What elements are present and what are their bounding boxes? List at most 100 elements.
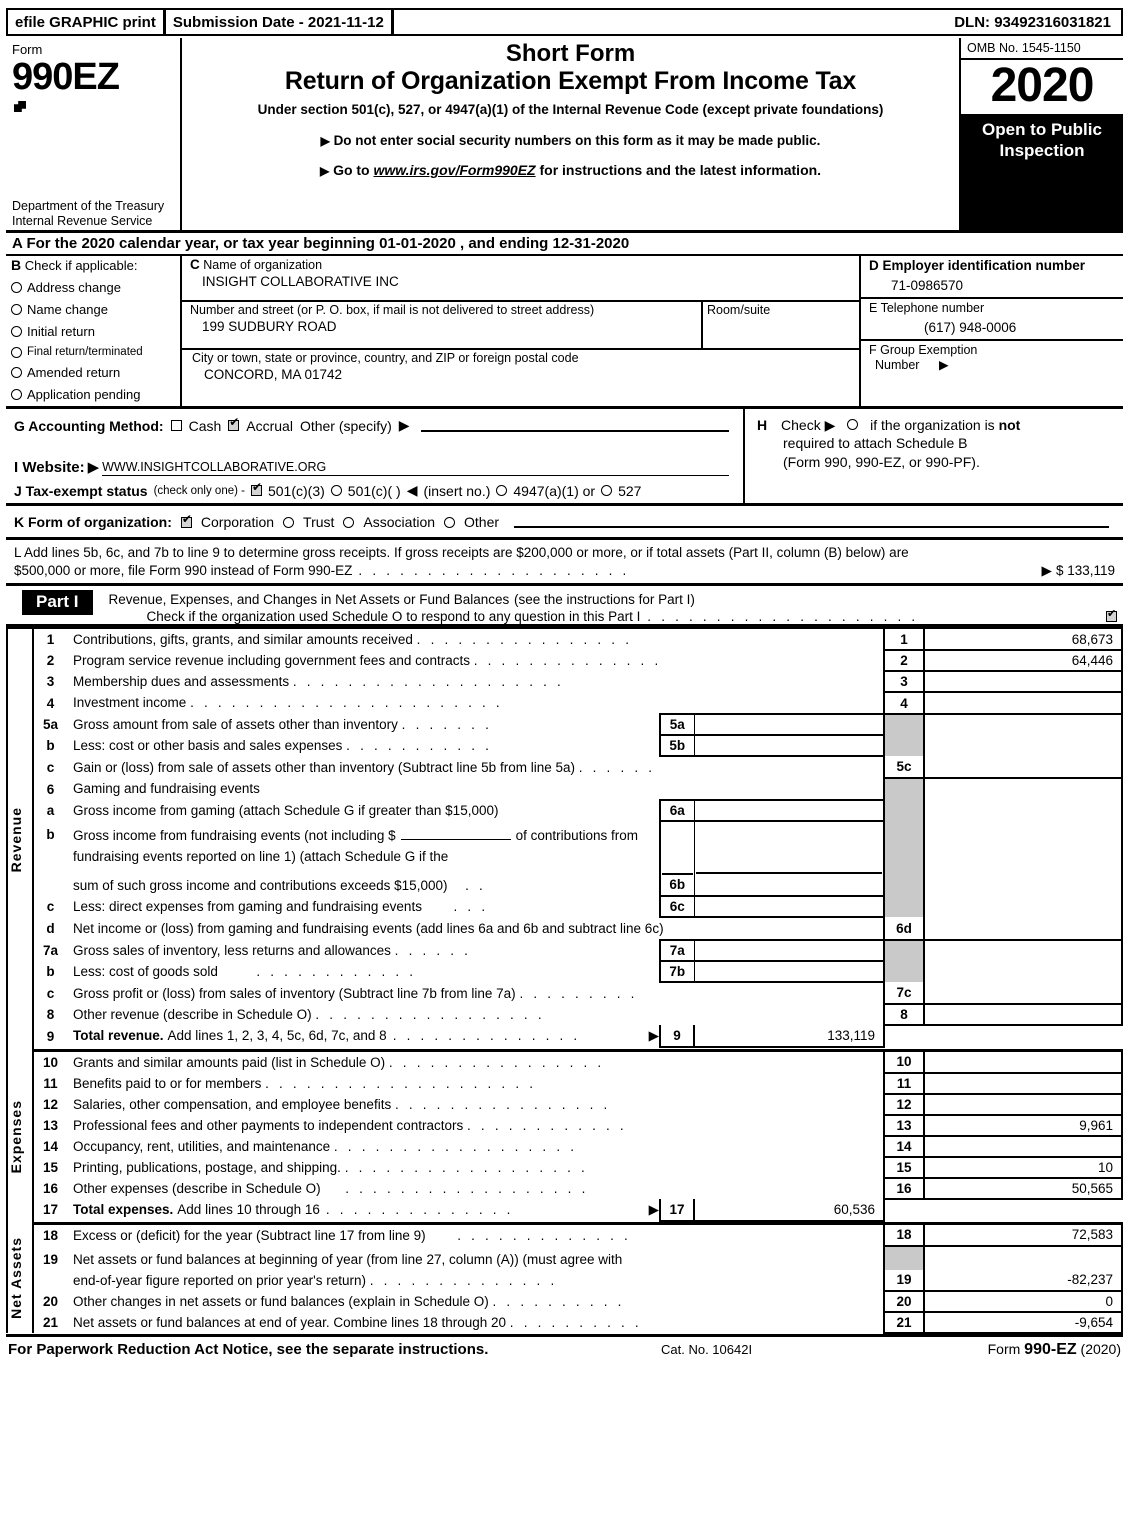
net-assets-side-label: Net Assets bbox=[6, 1223, 34, 1333]
row-7a-subvalue[interactable] bbox=[694, 939, 885, 963]
trust-label: Trust bbox=[303, 514, 335, 530]
checkbox-label: Final return/terminated bbox=[27, 346, 143, 358]
row-21-amount: -9,654 bbox=[924, 1311, 1123, 1334]
checkbox-accrual[interactable] bbox=[228, 416, 239, 431]
row-5b-subvalue[interactable] bbox=[694, 734, 885, 758]
row-16-number: 16 bbox=[42, 1180, 59, 1196]
row-6c-desc-text: Less: direct expenses from gaming and fu… bbox=[73, 899, 422, 915]
radio-icon[interactable] bbox=[11, 282, 22, 293]
row-6c-desc: Less: direct expenses from gaming and fu… bbox=[67, 896, 660, 917]
omb-year-block: OMB No. 1545-1150 2020 Open to Public In… bbox=[959, 38, 1123, 230]
checkbox-schedule-o[interactable] bbox=[1106, 607, 1117, 623]
checkbox-final-return[interactable]: Final return/terminated bbox=[11, 346, 175, 358]
open-to-public-badge: Open to Public Inspection bbox=[961, 114, 1123, 230]
radio-icon[interactable] bbox=[11, 389, 22, 400]
checkbox-schedule-b[interactable] bbox=[847, 419, 859, 430]
other-specify-label: Other (specify) bbox=[299, 417, 392, 434]
org-street-value: 199 SUDBURY ROAD bbox=[202, 319, 337, 334]
checkbox-label: Amended return bbox=[27, 365, 121, 380]
checkbox-amended-return[interactable]: Amended return bbox=[11, 365, 175, 380]
arrow-icon: ▶ bbox=[648, 1201, 659, 1217]
row-6b-subvalue-cell[interactable] bbox=[694, 821, 885, 898]
fundraising-contrib-input[interactable] bbox=[400, 839, 511, 841]
row-5a-subvalue[interactable] bbox=[694, 713, 885, 737]
irs-url-link[interactable]: www.irs.gov/Form990EZ bbox=[374, 162, 536, 178]
row-7b-subvalue[interactable] bbox=[694, 960, 885, 984]
checkbox-address-change[interactable]: Address change bbox=[11, 280, 175, 295]
other-specify-input[interactable] bbox=[420, 419, 729, 432]
paperwork-notice: For Paperwork Reduction Act Notice, see … bbox=[8, 1341, 489, 1359]
checkbox-application-pending[interactable]: Application pending bbox=[11, 387, 175, 402]
row-8-label: 8 bbox=[883, 1004, 925, 1027]
part-i-header: Part I Revenue, Expenses, and Changes in… bbox=[6, 583, 1123, 628]
row-13-desc-text: Professional fees and other payments to … bbox=[73, 1117, 464, 1133]
checkbox-4947a1[interactable] bbox=[496, 485, 508, 496]
radio-icon[interactable] bbox=[11, 367, 22, 378]
leader-dots: . . . . . . . . . . . . . . . . . . . . bbox=[292, 674, 564, 690]
checkbox-501c3[interactable] bbox=[250, 481, 262, 496]
checkbox-corporation[interactable] bbox=[180, 513, 192, 528]
row-19-gray-label bbox=[883, 1245, 925, 1270]
row-12-amount bbox=[924, 1093, 1123, 1116]
checkbox-name-change[interactable]: Name change bbox=[11, 302, 175, 317]
section-c-address: C Name of organization INSIGHT COLLABORA… bbox=[182, 256, 861, 406]
row-13-label: 13 bbox=[883, 1114, 925, 1137]
footer-form-id: Form 990-EZ (2020) bbox=[911, 1341, 1121, 1359]
checkbox-trust[interactable] bbox=[283, 516, 295, 528]
checkbox-501c[interactable] bbox=[330, 485, 342, 496]
ein-label: D Employer identification number bbox=[869, 258, 1117, 273]
radio-icon[interactable] bbox=[11, 326, 22, 337]
form-word-label: Form bbox=[12, 42, 43, 57]
row-5a-gray-label bbox=[883, 714, 925, 736]
row-9-label: 9 bbox=[659, 1025, 695, 1049]
gross-receipts-row: L Add lines 5b, 6c, and 7b to line 9 to … bbox=[6, 540, 1123, 583]
row-20-amount: 0 bbox=[924, 1290, 1123, 1313]
row-1-desc: Contributions, gifts, grants, and simila… bbox=[67, 627, 884, 651]
website-value[interactable]: WWW.INSIGHTCOLLABORATIVE.ORG bbox=[102, 460, 729, 476]
catalog-number: Cat. No. 10642I bbox=[661, 1342, 753, 1358]
row-6c-gray-label bbox=[883, 896, 925, 918]
checkbox-association[interactable] bbox=[343, 516, 355, 528]
accounting-method-row: G Accounting Method: Cash Accrual Other … bbox=[14, 416, 743, 434]
row-6b-subvalue[interactable] bbox=[695, 872, 882, 894]
table-row: 15 Printing, publications, postage, and … bbox=[7, 1156, 1123, 1179]
table-row: 9 Total revenue. Add lines 1, 2, 3, 4, 5… bbox=[7, 1025, 1122, 1049]
row-5a-number: 5a bbox=[42, 717, 59, 733]
expenses-side-label: Expenses bbox=[6, 1050, 34, 1224]
radio-icon[interactable] bbox=[11, 304, 22, 315]
row-6d-label: 6d bbox=[883, 917, 925, 942]
leader-dots: . . . . . . . . . . . . . . . . bbox=[394, 1096, 611, 1112]
row-19-number: 19 bbox=[42, 1251, 59, 1267]
checkbox-other-org[interactable] bbox=[444, 516, 456, 528]
checkbox-cash[interactable] bbox=[170, 420, 182, 431]
row-12-label: 12 bbox=[883, 1093, 925, 1116]
row-19-desc-text-2: end-of-year figure reported on prior yea… bbox=[73, 1272, 366, 1288]
org-room-suite: Room/suite bbox=[701, 302, 859, 348]
leader-dots: . . . . . . . . . bbox=[519, 986, 638, 1002]
leader-dots: . . bbox=[451, 878, 486, 894]
row-6a-subvalue[interactable] bbox=[694, 799, 885, 823]
checkbox-527[interactable] bbox=[601, 485, 613, 496]
row-6b-desc-1b: of contributions from bbox=[515, 828, 638, 844]
row-7a-gray-label bbox=[883, 940, 925, 962]
radio-icon[interactable] bbox=[11, 346, 22, 358]
row-7b-number: b bbox=[46, 964, 55, 980]
group-exemption-label: F Group Exemption bbox=[869, 343, 978, 357]
accrual-label: Accrual bbox=[246, 417, 293, 434]
room-suite-label: Room/suite bbox=[707, 303, 771, 317]
section-h-line3: (Form 990, 990-EZ, or 990-PF). bbox=[783, 453, 980, 470]
checkbox-initial-return[interactable]: Initial return bbox=[11, 324, 175, 339]
row-6c-subvalue[interactable] bbox=[694, 895, 885, 919]
table-row: 13 Professional fees and other payments … bbox=[7, 1114, 1123, 1137]
arrow-icon: ▶ bbox=[938, 358, 949, 372]
other-org-input[interactable] bbox=[514, 516, 1109, 528]
efile-header-bar: efile GRAPHIC print Submission Date - 20… bbox=[6, 8, 1123, 36]
row-10-amount bbox=[924, 1050, 1123, 1074]
row-6d-desc: Net income or (loss) from gaming and fun… bbox=[73, 921, 664, 937]
gross-receipts-text-1: L Add lines 5b, 6c, and 7b to line 9 to … bbox=[14, 545, 909, 560]
row-6b-sublabel-cell: 6b bbox=[659, 821, 695, 898]
org-city-cell: City or town, state or province, country… bbox=[182, 350, 859, 406]
arrow-icon: ▶ bbox=[319, 164, 330, 179]
table-row: end-of-year figure reported on prior yea… bbox=[7, 1269, 1123, 1292]
table-row: 3 Membership dues and assessments . . . … bbox=[7, 671, 1123, 694]
